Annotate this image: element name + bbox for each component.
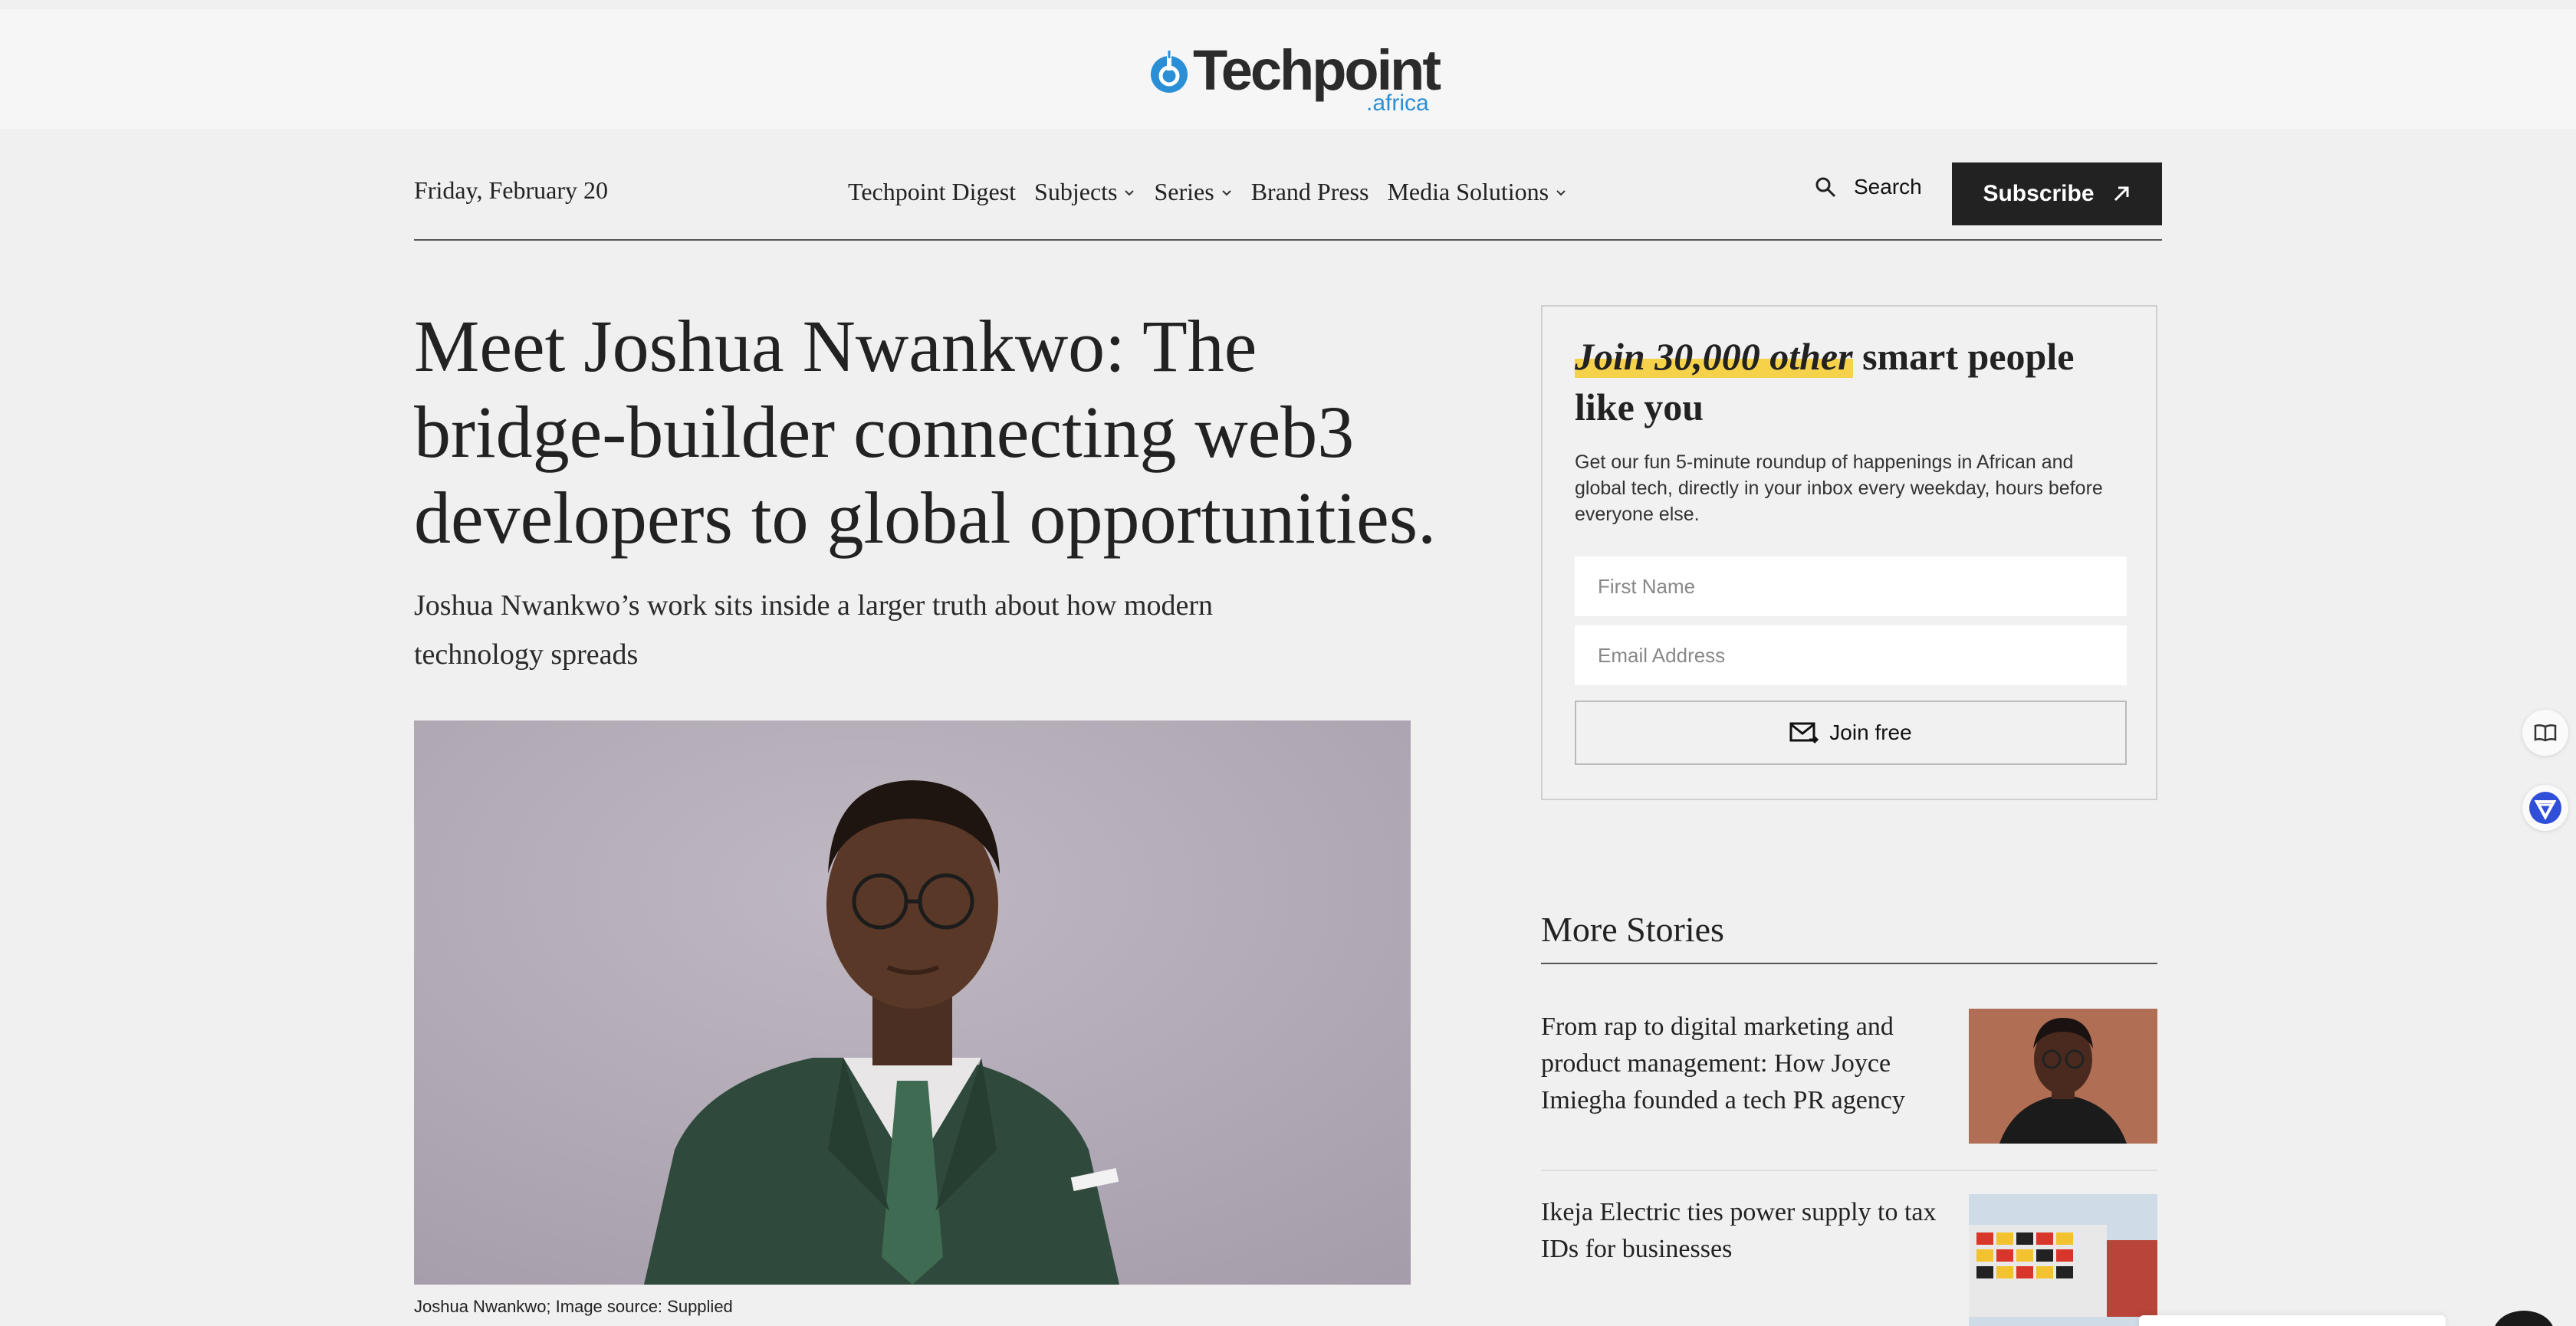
email-input[interactable] — [1575, 625, 2127, 685]
newsletter-signup-box: Join 30,000 other smart people like you … — [1541, 305, 2157, 800]
nav-link-techpoint-digest[interactable]: Techpoint Digest — [848, 178, 1016, 206]
more-stories-heading: More Stories — [1541, 909, 2157, 964]
article-hero-image — [414, 720, 1411, 1285]
site-logo[interactable]: Techpoint .africa — [1147, 40, 1441, 117]
book-icon — [2534, 724, 2557, 742]
nav-link-subjects[interactable]: Subjects — [1034, 178, 1135, 206]
join-free-button[interactable]: Join free — [1575, 701, 2127, 765]
nav-link-label: Brand Press — [1250, 178, 1369, 205]
nav-link-label: Series — [1154, 178, 1214, 205]
search-icon — [1815, 177, 1836, 198]
search-button[interactable]: Search — [1814, 175, 1922, 199]
chat-launcher-button[interactable] — [2493, 1311, 2555, 1326]
arrow-up-right-icon — [2114, 186, 2129, 202]
nav-link-series[interactable]: Series — [1154, 178, 1232, 206]
site-header: Techpoint .africa — [0, 9, 2576, 129]
chevron-down-icon — [1125, 189, 1135, 195]
story-thumbnail[interactable] — [1969, 1194, 2157, 1326]
story-divider — [1541, 1170, 2157, 1171]
power-icon — [1147, 51, 1191, 95]
reader-mode-button[interactable] — [2522, 710, 2568, 756]
extension-button[interactable] — [2522, 785, 2568, 831]
mail-icon — [1789, 722, 1819, 744]
nav-links: Techpoint Digest Subjects Series Brand Pres… — [848, 178, 1567, 206]
floating-widget[interactable] — [2139, 1315, 2446, 1326]
chevron-down-icon — [1556, 189, 1566, 195]
story-thumbnail[interactable] — [1969, 1009, 2157, 1144]
newsletter-title-highlight: Join 30,000 other — [1575, 335, 1853, 378]
story-title[interactable]: Ikeja Electric ties power supply to tax … — [1541, 1194, 1947, 1268]
story-title[interactable]: From rap to digital marketing and produc… — [1541, 1009, 1947, 1119]
image-caption: Joshua Nwankwo; Image source: Supplied — [414, 1297, 733, 1316]
article-headline: Meet Joshua Nwankwo: The bridge-builder … — [414, 305, 1437, 559]
story-item[interactable]: Ikeja Electric ties power supply to tax … — [1541, 1194, 2157, 1326]
chevron-down-icon — [1221, 189, 1231, 195]
nav-link-brand-press[interactable]: Brand Press — [1251, 178, 1369, 206]
nav-link-media-solutions[interactable]: Media Solutions — [1387, 178, 1567, 206]
nav-link-label: Media Solutions — [1387, 178, 1549, 205]
subscribe-button[interactable]: Subscribe — [1952, 162, 2162, 225]
first-name-input[interactable] — [1575, 556, 2127, 616]
nav-link-label: Subjects — [1034, 178, 1118, 205]
join-free-label: Join free — [1829, 720, 1912, 744]
nav-link-label: Techpoint Digest — [848, 178, 1017, 205]
current-date: Friday, February 20 — [414, 176, 608, 204]
subscribe-label: Subscribe — [1983, 181, 2095, 206]
search-label: Search — [1854, 175, 1922, 199]
story-item[interactable]: From rap to digital marketing and produc… — [1541, 1009, 2157, 1173]
newsletter-description: Get our fun 5-minute roundup of happenin… — [1575, 451, 2103, 525]
logo-subtext: .africa — [1366, 90, 1429, 116]
newsletter-title: Join 30,000 other smart people like you — [1575, 331, 2127, 432]
article-dek: Joshua Nwankwo’s work sits inside a larg… — [414, 589, 1214, 671]
extension-logo-icon — [2529, 792, 2561, 824]
main-nav: Friday, February 20 Techpoint Digest Subj… — [414, 161, 2162, 241]
